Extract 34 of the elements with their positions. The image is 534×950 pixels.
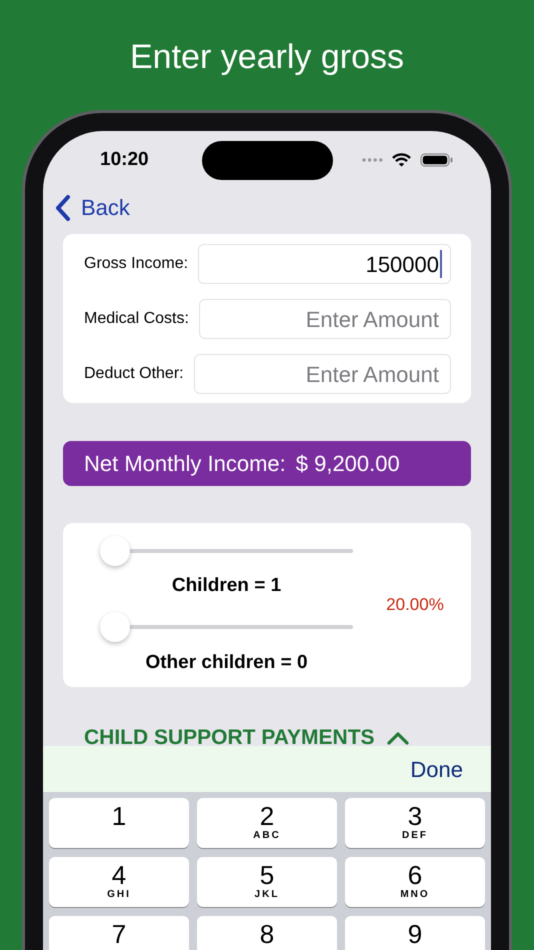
percentage-value: 20.00% — [386, 594, 444, 616]
keyboard-key[interactable]: 4 GHI — [49, 857, 189, 907]
keyboard-key[interactable]: 8 — [197, 916, 337, 950]
field-label: Medical Costs: — [84, 309, 189, 329]
chevron-left-icon — [55, 194, 71, 220]
input-field[interactable]: Enter Amount — [194, 354, 451, 394]
keyboard-key[interactable]: 2 ABC — [197, 798, 337, 848]
field-label: Deduct Other: — [84, 364, 184, 384]
wifi-icon — [392, 153, 411, 167]
slider-label: Other children = 0 — [145, 651, 308, 675]
input-field[interactable]: Enter Amount — [198, 299, 451, 339]
chevron-up-icon — [386, 731, 409, 745]
signal-icon — [362, 158, 383, 162]
keyboard-key[interactable]: 7 — [49, 916, 189, 950]
keyboard-key[interactable]: 1 — [49, 798, 189, 848]
battery-icon — [420, 153, 453, 167]
status-time: 10:20 — [100, 148, 149, 172]
headline: Enter yearly gross — [130, 37, 404, 78]
slider-thumb[interactable] — [100, 536, 130, 566]
keyboard-key[interactable]: 5 JKL — [197, 857, 337, 907]
keyboard-key[interactable]: 9 — [345, 916, 485, 950]
done-button[interactable]: Done — [410, 752, 463, 786]
slider[interactable] — [100, 612, 353, 642]
net-income-label: Net Monthly Income: — [84, 450, 286, 478]
slider[interactable] — [100, 536, 353, 566]
slider-thumb[interactable] — [100, 612, 130, 642]
slider-label: Children = 1 — [172, 574, 282, 598]
input-field[interactable]: 150000 — [198, 244, 451, 284]
keyboard-key[interactable]: 3 DEF — [345, 798, 485, 848]
section-header[interactable]: CHILD SUPPORT PAYMENTS — [84, 726, 409, 750]
keyboard-key[interactable]: 6 MNO — [345, 857, 485, 907]
net-income-value: $ 9,200.00 — [296, 450, 400, 478]
field-label: Gross Income: — [84, 254, 188, 274]
back-button[interactable]: Back — [55, 191, 130, 224]
